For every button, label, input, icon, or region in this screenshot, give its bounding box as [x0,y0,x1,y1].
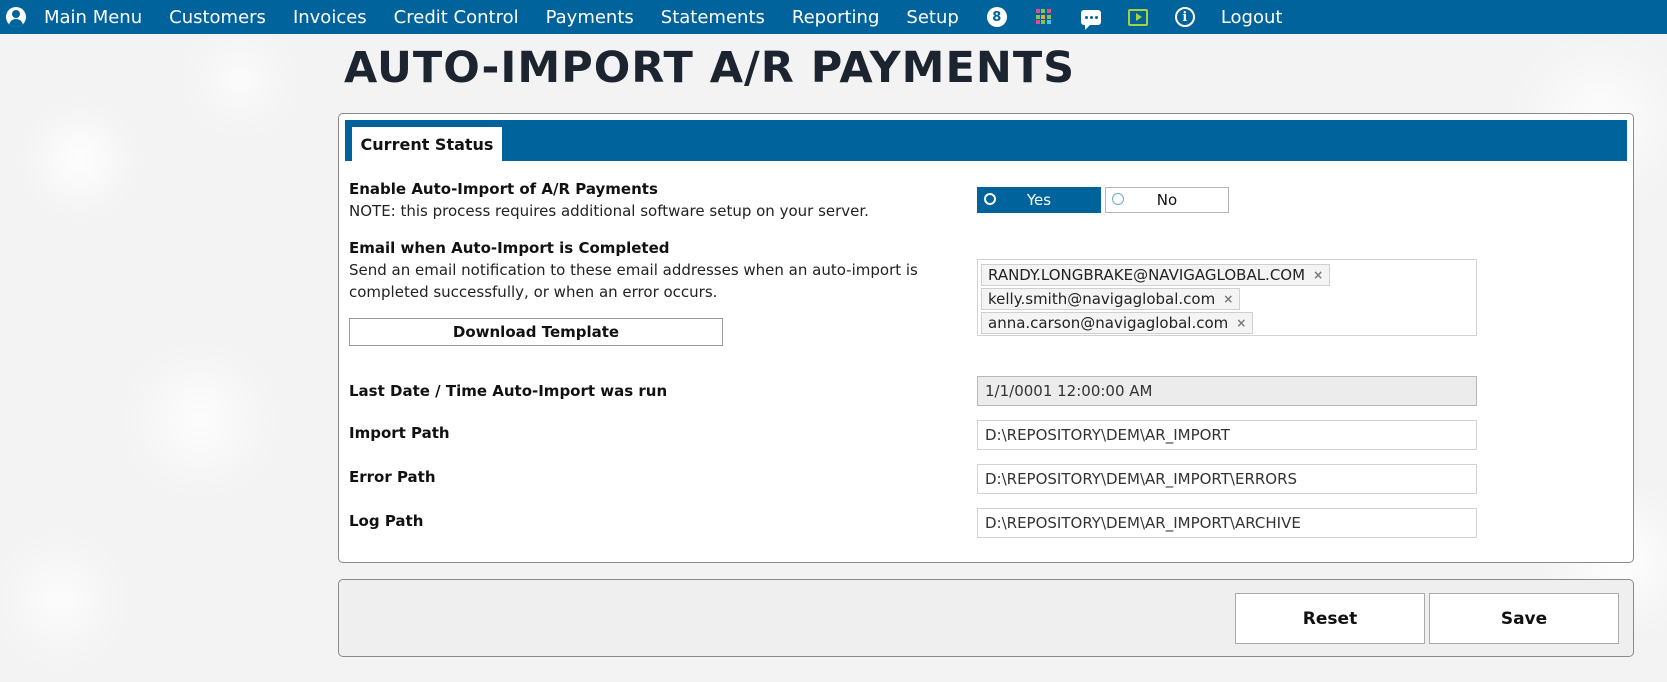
remove-tag-icon[interactable]: × [1223,292,1233,306]
user-account-icon[interactable] [6,7,26,27]
email-recipients-input[interactable]: RANDY.LONGBRAKE@NAVIGAGLOBAL.COM × kelly… [977,259,1477,336]
nav-customers[interactable]: Customers [169,7,266,28]
enable-no-radio[interactable]: No [1105,187,1229,213]
nav-statements[interactable]: Statements [661,7,765,28]
notifications-badge-icon[interactable]: 8 [986,6,1008,28]
settings-panel: Current Status Enable Auto-Import of A/R… [338,113,1634,563]
import-path-input[interactable]: D:\REPOSITORY\DEM\AR_IMPORT [977,420,1477,450]
save-button[interactable]: Save [1429,593,1619,644]
last-run-label: Last Date / Time Auto-Import was run [349,382,668,400]
email-tag: RANDY.LONGBRAKE@NAVIGAGLOBAL.COM × [981,264,1331,286]
enable-auto-import-note: NOTE: this process requires additional s… [349,202,869,220]
import-path-label: Import Path [349,424,450,442]
nav-invoices[interactable]: Invoices [293,7,367,28]
nav-logout[interactable]: Logout [1221,7,1283,28]
email-description: Send an email notification to these emai… [349,261,918,301]
last-run-field: 1/1/0001 12:00:00 AM [977,376,1477,406]
email-label: Email when Auto-Import is Completed [349,239,670,257]
remove-tag-icon[interactable]: × [1236,316,1246,330]
log-path-input[interactable]: D:\REPOSITORY\DEM\AR_IMPORT\ARCHIVE [977,508,1477,538]
page-title: AUTO-IMPORT A/R PAYMENTS [344,43,1076,93]
error-path-label: Error Path [349,468,436,486]
nav-setup[interactable]: Setup [906,7,958,28]
tab-bar: Current Status [345,120,1627,161]
info-icon[interactable]: i [1174,6,1196,28]
log-path-label: Log Path [349,512,424,530]
top-nav-bar: Main Menu Customers Invoices Credit Cont… [0,0,1667,34]
email-tag-text: RANDY.LONGBRAKE@NAVIGAGLOBAL.COM [988,266,1306,284]
tv-video-icon[interactable] [1127,6,1149,28]
radio-unselected-icon [1112,193,1124,205]
notification-count: 8 [986,7,1007,27]
enable-yes-radio[interactable]: Yes [977,187,1101,213]
reset-button[interactable]: Reset [1235,593,1425,644]
tab-current-status[interactable]: Current Status [352,127,502,161]
radio-selected-icon [984,193,996,205]
nav-reporting[interactable]: Reporting [792,7,880,28]
apps-grid-icon[interactable] [1033,6,1055,28]
email-tag-text: kelly.smith@navigaglobal.com [988,290,1216,308]
enable-yes-label: Yes [1026,191,1052,209]
nav-credit-control[interactable]: Credit Control [394,7,519,28]
download-template-button[interactable]: Download Template [349,318,723,346]
chat-icon[interactable] [1080,6,1102,30]
error-path-input[interactable]: D:\REPOSITORY\DEM\AR_IMPORT\ERRORS [977,464,1477,494]
remove-tag-icon[interactable]: × [1313,268,1323,282]
action-bar: Reset Save [338,579,1634,657]
enable-auto-import-label: Enable Auto-Import of A/R Payments [349,180,658,198]
email-tag: kelly.smith@navigaglobal.com × [981,288,1241,310]
nav-payments[interactable]: Payments [546,7,634,28]
nav-main-menu[interactable]: Main Menu [44,7,142,28]
enable-no-label: No [1156,191,1178,209]
email-tag: anna.carson@navigaglobal.com × [981,312,1254,334]
email-tag-text: anna.carson@navigaglobal.com [988,314,1229,332]
